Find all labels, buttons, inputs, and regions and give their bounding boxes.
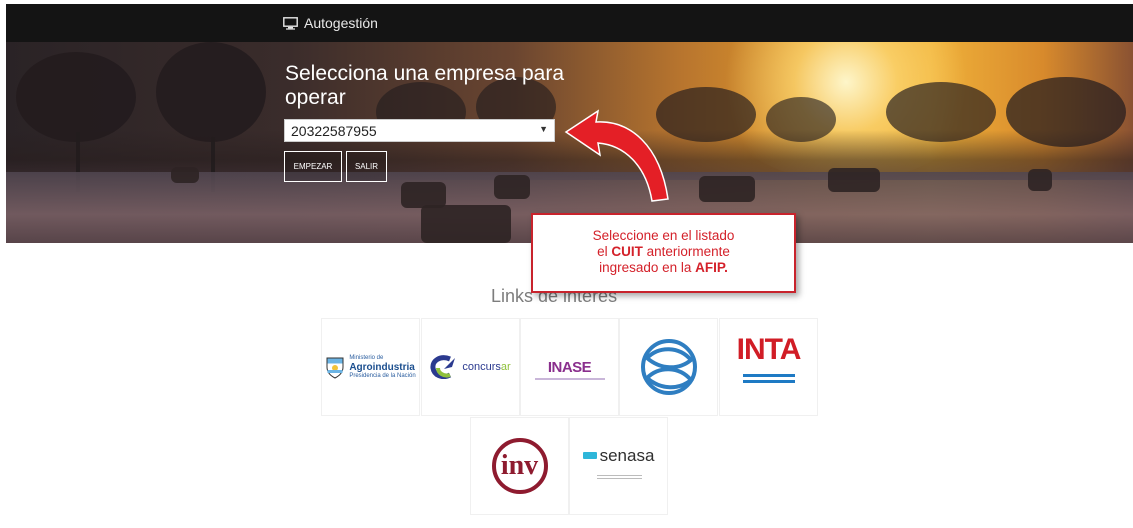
senasa-subtitle-line	[597, 475, 642, 476]
link-tile-senasa[interactable]: senasa	[570, 418, 667, 514]
cow	[699, 176, 755, 202]
link-tile-inase[interactable]: INASE	[521, 319, 618, 415]
tree	[886, 82, 996, 142]
page: Autogestión Selecciona una empresa para …	[0, 0, 1133, 528]
cow	[171, 167, 199, 183]
top-navbar: Autogestión	[6, 4, 1133, 42]
fish-logo-icon	[640, 339, 697, 395]
shield-icon	[326, 357, 344, 379]
inase-subtitle-line	[535, 378, 605, 380]
senasa-logo: senasa	[599, 446, 655, 465]
link-tile-inv[interactable]: inv	[471, 418, 568, 514]
company-select-value: 20322587955	[291, 123, 377, 139]
callout-line-2: el CUIT anteriormente	[597, 244, 730, 259]
instruction-callout: Seleccione en el listado el CUIT anterio…	[531, 213, 796, 293]
inta-stripe	[743, 380, 795, 383]
monitor-icon	[283, 16, 298, 30]
callout-line-3: ingresado en la AFIP.	[599, 260, 728, 275]
tree	[766, 97, 836, 142]
inta-logo: INTA	[736, 333, 802, 366]
cow	[421, 205, 511, 243]
chevron-down-icon: ▼	[539, 124, 548, 134]
brand-link[interactable]: Autogestión	[283, 15, 378, 31]
inase-logo: INASE	[547, 358, 592, 376]
app-title: Autogestión	[304, 15, 378, 31]
inv-logo-text: inv	[500, 450, 539, 481]
link-tile-agroindustria[interactable]: Ministerio de Agroindustria Presidencia …	[322, 319, 419, 415]
exit-button[interactable]: SALIR	[346, 151, 387, 182]
cow	[1028, 169, 1052, 191]
cow	[828, 168, 880, 192]
link-tile-fish[interactable]	[620, 319, 717, 415]
callout-line-1: Seleccione en el listado	[592, 228, 735, 243]
link-tile-inta[interactable]: INTA	[720, 319, 817, 415]
concursar-logo-icon	[430, 355, 456, 379]
senasa-mark-icon	[582, 452, 597, 459]
inta-stripe	[743, 374, 795, 377]
start-button[interactable]: EMPEZAR	[284, 151, 342, 182]
tree	[16, 52, 136, 142]
hero-title: Selecciona una empresa para operar	[285, 62, 565, 109]
link-tile-concursar[interactable]: concursar	[422, 319, 519, 415]
tree	[156, 42, 266, 142]
curved-arrow-icon	[564, 109, 669, 202]
company-select[interactable]: 20322587955 ▼	[284, 119, 555, 142]
cow	[494, 175, 530, 199]
tree	[1006, 77, 1126, 147]
